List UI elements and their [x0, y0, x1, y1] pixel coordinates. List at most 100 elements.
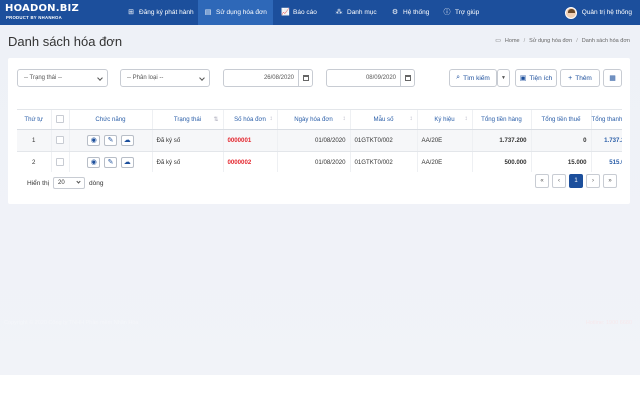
sign-button[interactable]: ☁	[120, 134, 134, 146]
page-size-control: Hiển thị 20 dòng	[27, 177, 104, 189]
add-button[interactable]: + Thêm	[560, 69, 600, 87]
last-page-button[interactable]: »	[603, 174, 617, 188]
cell-goods-total: 500.000	[472, 151, 532, 172]
nav-item-reports[interactable]: 📈 Báo cáo	[275, 0, 323, 25]
cell-tax-total: 0	[531, 129, 592, 152]
nav-item-label: Sử dụng hóa đơn	[216, 9, 267, 16]
cell-select	[51, 129, 70, 152]
cell-stt: 2	[17, 151, 52, 172]
pagination: « ‹ 1 › »	[535, 174, 617, 188]
edit-button[interactable]: ✎	[104, 156, 117, 168]
col-header-goods-total[interactable]: Tổng tiền hàng	[472, 110, 532, 130]
invoice-icon: ▤	[204, 8, 212, 16]
nav-item-label: Danh mục	[347, 9, 377, 16]
status-filter-value: -- Trạng thái --	[24, 75, 63, 81]
cell-status: Đã ký số	[152, 129, 224, 152]
col-header-label: Mẫu số	[373, 115, 394, 123]
page-title: Danh sách hóa đơn	[8, 34, 123, 49]
next-page-button[interactable]: ›	[586, 174, 600, 188]
table-row[interactable]: 1 ◉ ✎ ☁ Đã ký số 0000001 01/08/2020 01GT…	[17, 129, 622, 152]
column-grid-button[interactable]: ▦	[603, 69, 622, 87]
brand-tagline: PRODUCT BY NHANHOA	[6, 15, 62, 20]
invoice-table-container[interactable]: Thứ tự Chức năng Trạng thái ⇅ Số hóa đơn ↕…	[17, 109, 622, 172]
row-checkbox[interactable]	[56, 136, 64, 144]
cell-select	[51, 151, 70, 172]
from-date-input[interactable]: 26/08/2020	[223, 69, 313, 87]
search-button[interactable]: ⌕ Tìm kiếm	[449, 69, 497, 87]
cell-goods-total: 1.737.200	[472, 129, 532, 152]
cell-tax-total: 15.000	[531, 151, 592, 172]
category-filter-value: -- Phân loại --	[127, 75, 164, 81]
chevron-down-icon	[76, 179, 81, 184]
nav-item-invoice-usage[interactable]: ▤ Sử dụng hóa đơn	[198, 0, 273, 25]
top-navbar: HOADON.BIZ PRODUCT BY NHANHOA ⊞ Đăng ký …	[0, 0, 640, 25]
sort-icon: ⇅	[213, 117, 219, 123]
view-button[interactable]: ◉	[87, 156, 101, 168]
cell-payment-total: 1.737.2	[591, 129, 622, 152]
cell-status: Đã ký số	[152, 151, 224, 172]
col-header-payment-total[interactable]: Tổng thanh toán	[591, 110, 622, 130]
cell-stt: 1	[17, 129, 52, 152]
cloud-icon: ☁	[123, 136, 131, 144]
status-filter-select[interactable]: -- Trạng thái --	[17, 69, 108, 87]
page-button-current[interactable]: 1	[569, 174, 583, 188]
cell-form: 01GTKT0/002	[350, 151, 418, 172]
col-header-stt[interactable]: Thứ tự	[17, 110, 52, 130]
col-header-select[interactable]	[51, 110, 70, 130]
cell-invoice-number[interactable]: 0000001	[223, 129, 278, 152]
nav-item-system[interactable]: ⚙ Hệ thống	[385, 0, 435, 25]
nav-item-catalog[interactable]: ⁂ Danh mục	[329, 0, 383, 25]
col-header-label: Ngày hóa đơn	[294, 115, 333, 123]
sign-button[interactable]: ☁	[120, 156, 134, 168]
col-header-number[interactable]: Số hóa đơn ↕	[223, 110, 278, 130]
breadcrumb-separator: /	[523, 37, 526, 44]
edit-button[interactable]: ✎	[104, 134, 117, 146]
category-filter-select[interactable]: -- Phân loại --	[120, 69, 210, 87]
eye-icon: ◉	[90, 136, 97, 144]
cloud-icon: ☁	[123, 158, 131, 166]
cell-symbol: AA/20E	[417, 129, 473, 152]
cell-invoice-number[interactable]: 0000002	[223, 151, 278, 172]
cell-payment-total: 515.0	[591, 151, 622, 172]
search-icon: ⌕	[456, 74, 461, 81]
col-header-symbol[interactable]: Ký hiệu ↕	[417, 110, 473, 130]
nav-item-label: Báo cáo	[293, 9, 317, 16]
col-header-status[interactable]: Trạng thái ⇅	[152, 110, 224, 130]
utility-button[interactable]: ▣ Tiện ích	[515, 69, 557, 87]
user-menu[interactable]: Quản trị hệ thống	[564, 0, 632, 25]
search-dropdown-button[interactable]: ▼	[497, 69, 510, 87]
breadcrumb-invoice-usage[interactable]: Sử dụng hóa đơn	[529, 38, 572, 44]
col-header-form[interactable]: Mẫu số ↕	[350, 110, 418, 130]
search-button-label: Tìm kiếm	[463, 74, 490, 82]
col-header-label: Ký hiệu	[434, 115, 455, 123]
page-size-label: Hiển thị	[27, 179, 50, 187]
col-header-actions: Chức năng	[69, 110, 153, 130]
nav-item-register[interactable]: ⊞ Đăng ký phát hành	[121, 0, 200, 25]
breadcrumb-home[interactable]: Home	[505, 38, 520, 44]
brand-logo[interactable]: HOADON.BIZ PRODUCT BY NHANHOA	[5, 3, 105, 23]
col-header-tax-total[interactable]: Tổng tiền thuế	[531, 110, 592, 130]
table-row[interactable]: 2 ◉ ✎ ☁ Đã ký số 0000002 01/08/2020 01GT…	[17, 151, 622, 172]
page-size-unit: dòng	[89, 179, 104, 187]
sort-icon: ↕	[269, 116, 273, 122]
page-size-select[interactable]: 20	[53, 177, 86, 189]
select-all-checkbox[interactable]	[56, 115, 64, 124]
row-checkbox[interactable]	[56, 158, 64, 166]
prev-page-button[interactable]: ‹	[552, 174, 566, 188]
sort-icon: ↕	[409, 116, 413, 122]
view-button[interactable]: ◉	[87, 134, 101, 146]
calendar-icon[interactable]	[400, 70, 414, 86]
invoice-table: Thứ tự Chức năng Trạng thái ⇅ Số hóa đơn ↕…	[17, 110, 622, 172]
register-icon: ⊞	[128, 8, 134, 16]
page-size-value: 20	[58, 180, 65, 186]
to-date-input[interactable]: 08/09/2020	[326, 69, 415, 87]
utility-button-label: Tiện ích	[529, 74, 553, 82]
cell-date: 01/08/2020	[277, 129, 351, 152]
breadcrumb-current: Danh sách hóa đơn	[581, 37, 630, 44]
gear-icon: ⚙	[391, 8, 399, 16]
nav-item-help[interactable]: ⓘ Trợ giúp	[437, 0, 485, 25]
first-page-button[interactable]: «	[535, 174, 549, 188]
hotline-number[interactable]: 1900 6680	[606, 320, 632, 326]
calendar-icon[interactable]	[298, 70, 312, 86]
col-header-date[interactable]: Ngày hóa đơn ↕	[277, 110, 351, 130]
